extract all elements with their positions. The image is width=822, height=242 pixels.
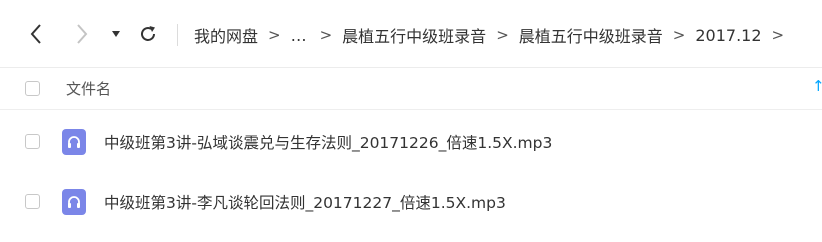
chevron-left-icon [30,24,41,44]
row-checkbox[interactable] [25,194,40,209]
breadcrumb-item-folder[interactable]: 晨植五行中级班录音 [342,23,486,47]
chevron-right-icon [77,24,88,44]
column-header-filename[interactable]: 文件名 [66,78,111,99]
row-checkbox[interactable] [25,134,40,149]
history-dropdown-button[interactable] [108,20,124,48]
toolbar: 我的网盘 > … > 晨植五行中级班录音 > 晨植五行中级班录音 > 2017.… [0,0,822,68]
breadcrumb-separator: > [672,26,686,44]
file-name[interactable]: 中级班第3讲-李凡谈轮回法则_20171227_倍速1.5X.mp3 [104,191,506,213]
refresh-button[interactable] [134,20,162,48]
toolbar-divider [177,24,178,46]
breadcrumb-item-root[interactable]: 我的网盘 [194,23,258,47]
breadcrumb-item-ellipsis[interactable]: … [291,26,308,45]
breadcrumb-item-subfolder[interactable]: 晨植五行中级班录音 [519,23,663,47]
back-button[interactable] [22,20,50,48]
file-row[interactable]: 中级班第3讲-弘域谈震兑与生存法则_20171226_倍速1.5X.mp3 [0,112,822,172]
refresh-icon [141,26,155,41]
breadcrumb-separator: > [319,26,333,44]
breadcrumb-separator: > [771,26,785,44]
file-list-header: 文件名 ↑ [0,68,822,110]
sort-ascending-icon[interactable]: ↑ [812,77,822,95]
audio-file-icon [62,129,86,155]
file-row[interactable]: 中级班第3讲-李凡谈轮回法则_20171227_倍速1.5X.mp3 [0,172,822,232]
breadcrumb-separator: > [268,26,281,44]
caret-down-icon [112,31,120,37]
breadcrumb: 我的网盘 > … > 晨植五行中级班录音 > 晨植五行中级班录音 > 2017.… [194,21,794,49]
audio-file-icon [62,189,86,215]
breadcrumb-item-current[interactable]: 2017.12 [695,26,761,45]
forward-button[interactable] [68,20,96,48]
select-all-checkbox[interactable] [25,81,40,96]
breadcrumb-separator: > [496,26,509,44]
file-name[interactable]: 中级班第3讲-弘域谈震兑与生存法则_20171226_倍速1.5X.mp3 [104,131,552,153]
